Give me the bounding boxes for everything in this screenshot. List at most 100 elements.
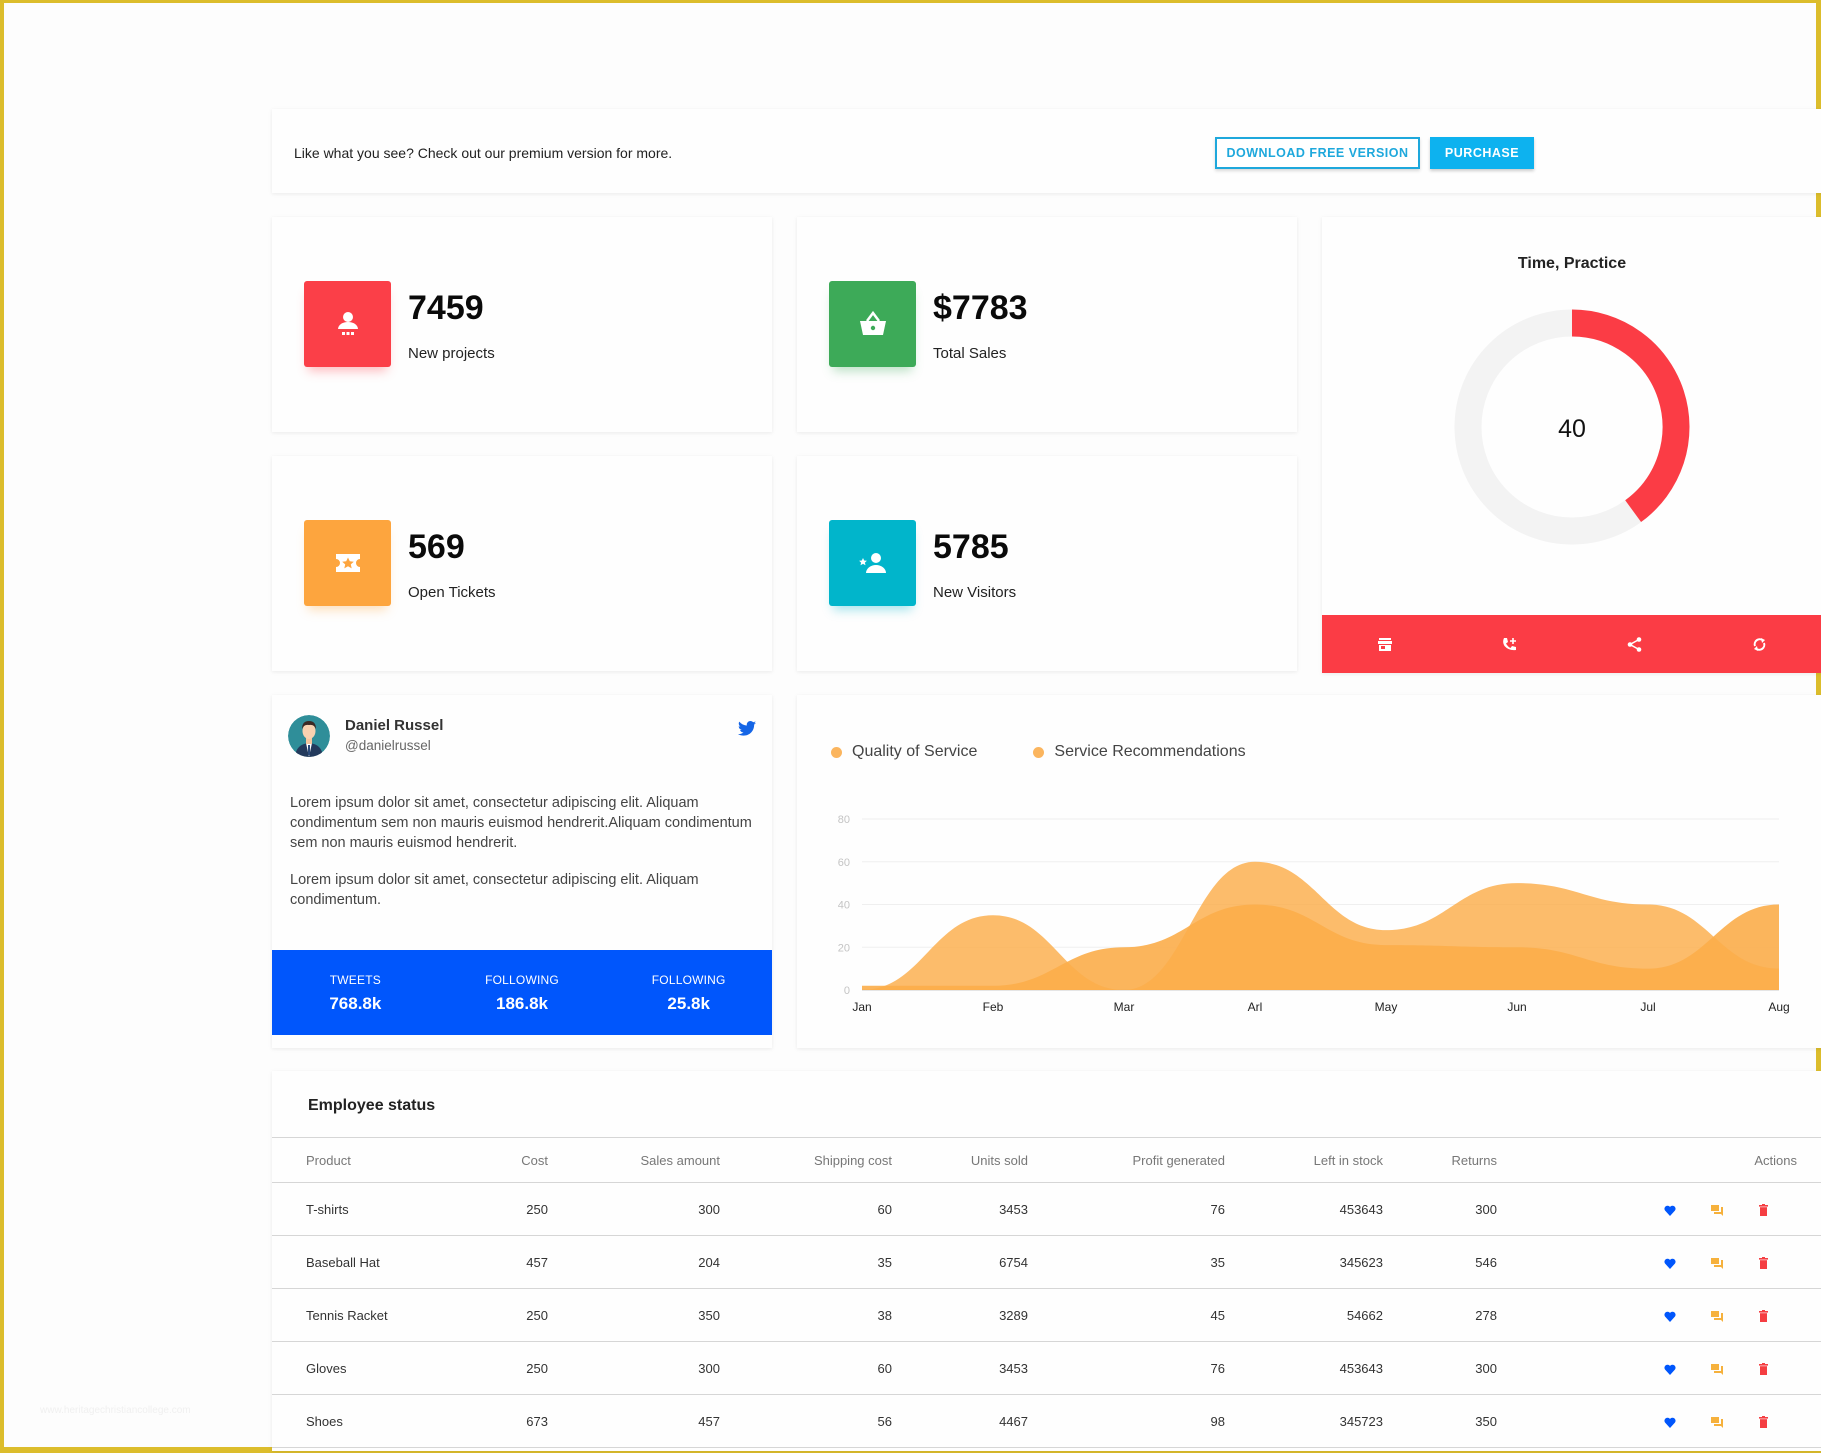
table-cell: 345623 [1225, 1235, 1383, 1289]
service-area-chart-card: Quality of Service Service Recommendatio… [797, 695, 1821, 1048]
column-header[interactable]: Units sold [892, 1137, 1028, 1183]
tweets-stat[interactable]: TWEETS 768.8k [272, 950, 439, 1035]
row-actions [1497, 1341, 1821, 1395]
row-actions [1497, 1288, 1821, 1342]
column-header[interactable]: Product [272, 1137, 432, 1183]
stat-value: 768.8k [329, 994, 382, 1013]
stat-label: FOLLOWING [651, 973, 726, 987]
stat-value: 7459 [408, 289, 484, 327]
following-stat[interactable]: FOLLOWING 25.8k [605, 950, 772, 1035]
column-header[interactable]: Profit generated [1028, 1137, 1225, 1183]
table-cell: 457 [432, 1235, 548, 1289]
x-tick-label: Jan [852, 1000, 871, 1014]
table-row: Baseball Hat 457 204 35 6754 35 345623 546 [272, 1235, 1821, 1289]
table-cell: 250 [432, 1288, 548, 1342]
comments-icon[interactable] [1693, 1310, 1740, 1322]
profile-handle[interactable]: @danielrussel [345, 738, 431, 753]
table-row: Tennis Racket 250 350 38 3289 45 54662 278 [272, 1288, 1821, 1342]
favorite-icon[interactable] [1646, 1364, 1693, 1375]
tweet-paragraph: Lorem ipsum dolor sit amet, consectetur … [290, 795, 752, 851]
stat-label: Total Sales [933, 345, 1007, 362]
column-header[interactable]: Returns [1383, 1137, 1497, 1183]
delete-icon[interactable] [1740, 1204, 1787, 1217]
table-cell: 350 [548, 1288, 720, 1342]
comments-icon[interactable] [1693, 1204, 1740, 1216]
y-tick-label: 60 [838, 857, 850, 869]
comments-icon[interactable] [1693, 1416, 1740, 1428]
area-series-quality-of-service [862, 861, 1779, 990]
table-cell: 4467 [892, 1394, 1028, 1448]
y-tick-label: 40 [838, 900, 850, 912]
table-row: Gloves 250 300 60 3453 76 453643 300 [272, 1341, 1821, 1395]
delete-icon[interactable] [1740, 1257, 1787, 1270]
delete-icon[interactable] [1740, 1363, 1787, 1376]
stat-label: New Visitors [933, 584, 1017, 601]
store-icon[interactable] [1365, 637, 1405, 651]
table-cell: 3289 [892, 1288, 1028, 1342]
stat-card-new-projects: 7459 New projects [272, 217, 772, 432]
x-tick-label: Jul [1640, 1000, 1655, 1014]
table-cell: 300 [1383, 1182, 1497, 1236]
person-star-icon [829, 520, 916, 606]
table-cell: Tennis Racket [272, 1288, 432, 1342]
table-cell: 6754 [892, 1235, 1028, 1289]
favorite-icon[interactable] [1646, 1258, 1693, 1269]
stat-value: 25.8k [667, 994, 710, 1013]
donut-footer-toolbar [1322, 615, 1821, 673]
delete-icon[interactable] [1740, 1416, 1787, 1429]
table-cell: 60 [720, 1341, 892, 1395]
table-title: Employee status [308, 1097, 436, 1114]
donut-title: Time, Practice [1517, 255, 1627, 272]
watermark: www.heritagechristiancollege.com [40, 1405, 191, 1416]
table-cell: 38 [720, 1288, 892, 1342]
table-cell: 457 [548, 1394, 720, 1448]
download-free-version-button[interactable]: DOWNLOAD FREE VERSION [1215, 137, 1420, 169]
column-header[interactable]: Sales amount [548, 1137, 720, 1183]
twitter-icon[interactable] [738, 721, 756, 741]
row-actions [1497, 1182, 1821, 1236]
table-cell: 76 [1028, 1182, 1225, 1236]
tweet-paragraph: Lorem ipsum dolor sit amet, consectetur … [290, 872, 699, 908]
row-actions [1497, 1235, 1821, 1289]
following-stat[interactable]: FOLLOWING 186.8k [439, 950, 606, 1035]
phone-add-icon[interactable] [1490, 637, 1530, 652]
refresh-icon[interactable] [1740, 637, 1780, 652]
table-cell: 204 [548, 1235, 720, 1289]
profile-name: Daniel Russel [345, 717, 444, 734]
user-presentation-icon [304, 281, 391, 367]
employee-status-table: Product Cost Sales amount Shipping cost … [272, 1137, 1821, 1448]
stat-value: 5785 [933, 528, 1009, 566]
purchase-button[interactable]: PURCHASE [1430, 137, 1534, 169]
avatar[interactable] [288, 715, 330, 757]
comments-icon[interactable] [1693, 1257, 1740, 1269]
column-header[interactable]: Cost [432, 1137, 548, 1183]
table-cell: 350 [1383, 1394, 1497, 1448]
table-cell: 300 [548, 1182, 720, 1236]
favorite-icon[interactable] [1646, 1205, 1693, 1216]
comments-icon[interactable] [1693, 1363, 1740, 1375]
table-row: T-shirts 250 300 60 3453 76 453643 300 [272, 1182, 1821, 1236]
donut-value-label: 40 [1558, 415, 1586, 443]
share-icon[interactable] [1615, 636, 1655, 652]
column-header[interactable]: Shipping cost [720, 1137, 892, 1183]
table-cell: Gloves [272, 1341, 432, 1395]
table-cell: 546 [1383, 1235, 1497, 1289]
shopping-basket-icon [829, 281, 916, 367]
delete-icon[interactable] [1740, 1310, 1787, 1323]
favorite-icon[interactable] [1646, 1311, 1693, 1322]
column-header[interactable]: Left in stock [1225, 1137, 1383, 1183]
twitter-stats-band: TWEETS 768.8k FOLLOWING 186.8k FOLLOWING… [272, 950, 772, 1035]
twitter-profile-card: Daniel Russel @danielrussel Lorem ipsum … [272, 695, 772, 1048]
stat-label: New projects [408, 345, 495, 362]
table-cell: 60 [720, 1182, 892, 1236]
table-cell: 250 [432, 1182, 548, 1236]
favorite-icon[interactable] [1646, 1417, 1693, 1428]
table-cell: 453643 [1225, 1182, 1383, 1236]
employee-status-card: Employee status Product Cost Sales amoun… [272, 1071, 1821, 1451]
stat-value: 569 [408, 528, 465, 566]
table-cell: 56 [720, 1394, 892, 1448]
table-cell: 300 [548, 1341, 720, 1395]
y-tick-label: 80 [838, 814, 850, 826]
area-chart: 0 20 40 60 80 Jan Feb Mar Arl May Jun Jul Aug [838, 814, 1790, 1014]
stat-value: $7783 [933, 289, 1028, 327]
